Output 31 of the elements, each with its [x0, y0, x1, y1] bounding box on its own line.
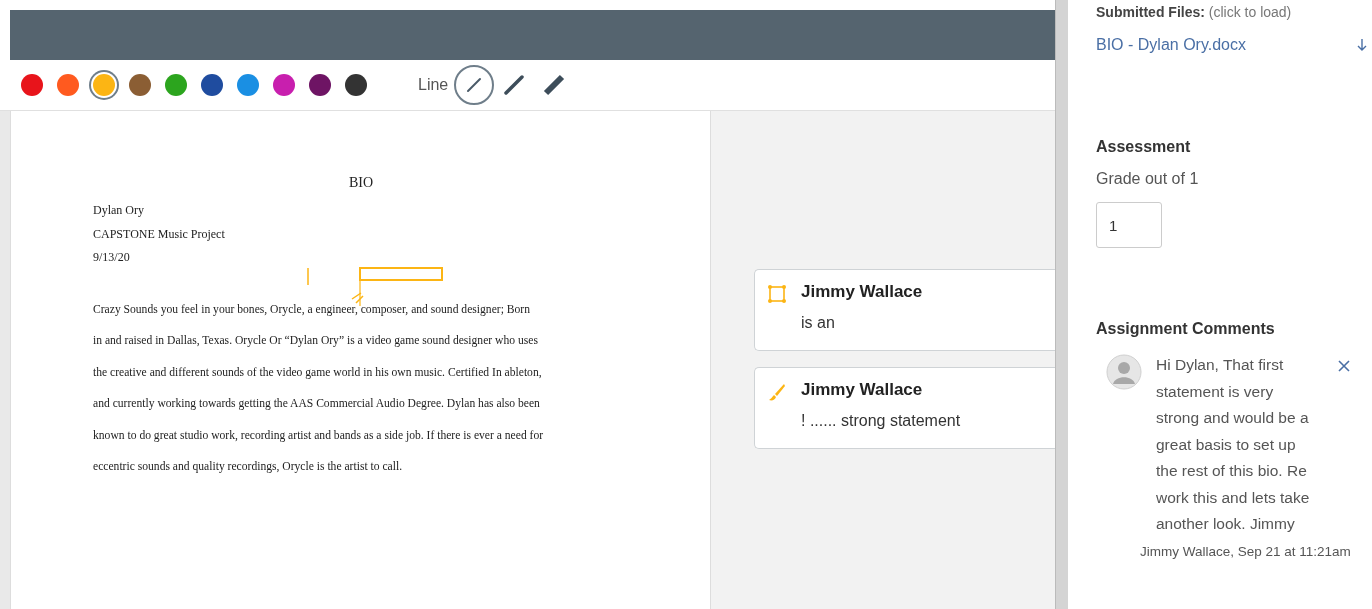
annotation-author: Jimmy Wallace [801, 282, 923, 302]
file-link[interactable]: BIO - Dylan Ory.docx [1096, 36, 1246, 54]
annotation-card[interactable]: Jimmy Wallace is an [754, 269, 1055, 351]
annotation-author: Jimmy Wallace [801, 380, 924, 400]
avatar-icon [1106, 354, 1142, 390]
annotation-text: is an [801, 314, 836, 332]
project-name: CAPSTONE Music Project [93, 225, 226, 243]
comments-heading: Assignment Comments [1096, 320, 1276, 338]
brush-icon [767, 382, 787, 402]
paragraph-line: Crazy Sounds you feel in your bones, Orycle, a engineer, composer, and sound designer; Born [93, 301, 531, 318]
author-name: Dylan Ory [93, 202, 145, 219]
annotation-card[interactable]: Jimmy Wallace ! ...... strong statement [754, 367, 1055, 449]
close-icon[interactable] [1336, 358, 1352, 374]
paragraph-line: eccentric sounds and quality recordings, Orycle is the artist to call. [93, 459, 404, 475]
paragraph-line: and currently working towards getting the AAS Commercial Audio Degree. Dylan has also been [93, 396, 541, 412]
grade-input[interactable]: 1 [1096, 202, 1162, 248]
assessment-heading: Assessment [1096, 138, 1192, 156]
submitted-files-label: Submitted Files: (click to load) [1096, 4, 1293, 20]
paragraph-line: the creative and different sounds of the video game world in his own music. Certified In ableton, [93, 364, 543, 381]
document-title: BIO [347, 175, 375, 191]
grade-label: Grade out of 1 [1096, 170, 1200, 188]
square-selection-icon [767, 284, 787, 304]
paragraph-line: known to do great studio work, recording artist and bands as a side job. If there is ever a need for [93, 427, 545, 444]
no-line-button[interactable] [454, 65, 495, 105]
annotation-text: ! ...... strong statement [801, 412, 961, 430]
comment-meta: Jimmy Wallace, Sep 21 at 11:21am [1140, 543, 1352, 559]
comment-text: Hi Dylan, That first statement is very strong and would be a great basis to set up the rest of this bio. Re work this and lets take another look. Jimmy [1156, 355, 1311, 534]
download-icon[interactable] [1356, 37, 1368, 53]
line-label: Line [418, 76, 449, 94]
paragraph-line: in and raised in Dallas, Texas. Orycle Or “Dylan Ory” is a video game sound designer who uses [93, 333, 539, 349]
document-date: 9/13/20 [93, 249, 131, 266]
